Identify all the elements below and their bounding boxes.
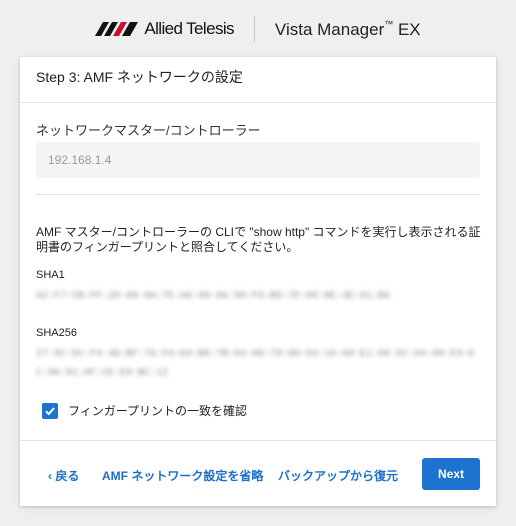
- product-name-text: Vista Manager: [274, 19, 385, 39]
- allied-telesis-logo: Allied Telesis: [95, 19, 235, 39]
- confirm-fingerprint-label: フィンガープリントの一致を確認: [68, 404, 248, 418]
- sha1-label: SHA1: [36, 269, 65, 281]
- sha256-label: SHA256: [36, 327, 77, 339]
- next-button[interactable]: Next: [422, 458, 480, 490]
- back-label: 戻る: [55, 469, 80, 483]
- network-master-label: ネットワークマスター/コントローラー: [36, 123, 261, 138]
- step-title: Step 3: AMF ネットワークの設定: [20, 57, 496, 103]
- checkmark-icon[interactable]: [42, 402, 58, 419]
- setup-card: Step 3: AMF ネットワークの設定 ネットワークマスター/コントローラー…: [20, 57, 496, 506]
- product-name: Vista Manager™ EX: [275, 19, 421, 40]
- section-divider: [36, 194, 480, 195]
- sha1-value: A2:F7:CB:FF:2D:68:9A:7E:A6:99:86:98:F6:B…: [36, 291, 391, 302]
- fingerprint-instruction: AMF マスター/コントローラーの CLIで "show http" コマンドを…: [36, 225, 481, 254]
- brand-divider: [253, 16, 255, 42]
- logo-text: Allied Telesis: [144, 19, 234, 38]
- restore-from-backup-link[interactable]: バックアップから復元: [278, 467, 398, 484]
- network-master-ip-field: 192.168.1.4: [36, 142, 480, 178]
- footer-divider: [20, 440, 496, 441]
- trademark-mark: ™: [384, 18, 394, 29]
- confirm-fingerprint-checkbox[interactable]: フィンガープリントの一致を確認: [42, 402, 247, 419]
- skip-amf-setup-link[interactable]: AMF ネットワーク設定を省略: [102, 467, 263, 484]
- sha256-value: 27:5C:DC:F4:4D:BF:76:FA:E6:B8:7B:04:86:7…: [36, 349, 475, 379]
- product-suffix: EX: [393, 19, 421, 39]
- allied-telesis-mark-icon: [95, 22, 139, 36]
- brand-bar: Allied Telesis Vista Manager™ EX: [0, 0, 516, 58]
- back-link[interactable]: ‹ 戻る: [48, 467, 79, 484]
